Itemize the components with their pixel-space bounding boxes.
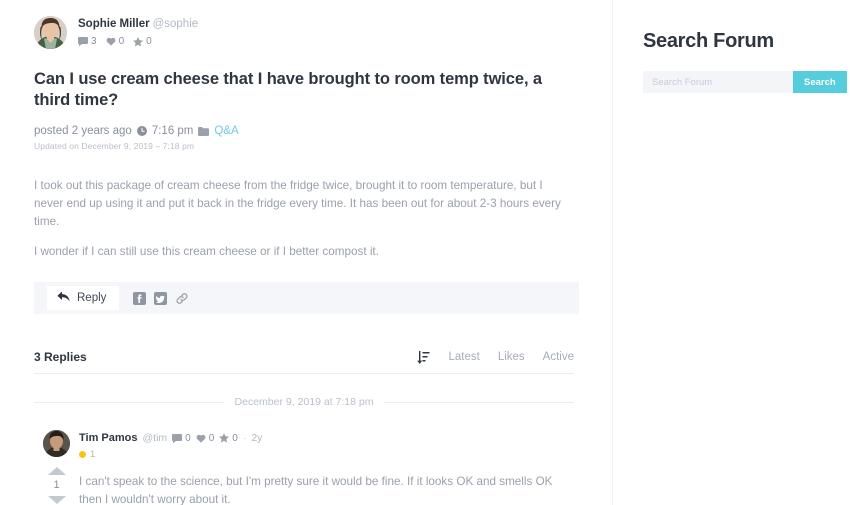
post-comment-count: 3 bbox=[91, 36, 97, 47]
link-icon[interactable] bbox=[175, 292, 189, 305]
reply-like-count: 0 bbox=[208, 432, 215, 444]
replies-sort-tabs: Latest Likes Active bbox=[416, 350, 574, 364]
avatar[interactable] bbox=[34, 16, 67, 49]
post-author-meta: Sophie Miller @sophie 3 0 0 bbox=[78, 16, 198, 47]
heart-icon bbox=[196, 434, 206, 443]
post-author: Sophie Miller @sophie 3 0 0 bbox=[34, 16, 580, 49]
page-title: Can I use cream cheese that I have broug… bbox=[34, 70, 542, 109]
star-icon bbox=[219, 433, 230, 443]
badge-dot-icon bbox=[79, 451, 86, 458]
reply-text: I can't speak to the science, but I'm pr… bbox=[79, 475, 553, 505]
reply-comment-stat: 0 bbox=[172, 433, 191, 444]
reply-author-handle[interactable]: @tim bbox=[143, 432, 168, 444]
reply-age: 2y bbox=[251, 432, 263, 444]
badge-count: 1 bbox=[90, 449, 96, 460]
reply-content: Tim Pamos @tim 0 0 0 · 2y 1 I can't spea… bbox=[79, 430, 580, 505]
avatar[interactable] bbox=[43, 430, 70, 457]
post-comment-stat: 3 bbox=[78, 36, 97, 47]
tab-likes[interactable]: Likes bbox=[498, 351, 525, 363]
reply-badge: 1 bbox=[79, 449, 580, 460]
reply-author-name[interactable]: Tim Pamos bbox=[79, 432, 138, 444]
comment-icon bbox=[78, 37, 88, 46]
post-author-line: Sophie Miller @sophie bbox=[78, 17, 198, 31]
sort-descending-icon[interactable] bbox=[416, 350, 430, 364]
post-like-count: 0 bbox=[118, 36, 125, 47]
post-stats: 3 0 0 bbox=[78, 36, 198, 47]
facebook-icon[interactable] bbox=[133, 291, 147, 305]
reply-left-column: 1 bbox=[34, 430, 79, 505]
reply-arrow-icon bbox=[57, 291, 70, 305]
forum-page: Sophie Miller @sophie 3 0 0 Can I use cr… bbox=[0, 0, 850, 505]
folder-icon bbox=[198, 126, 210, 136]
downvote-icon[interactable] bbox=[47, 495, 67, 505]
reply-like-stat: 0 bbox=[196, 432, 215, 444]
star-icon bbox=[133, 36, 144, 47]
post-paragraph: I wonder if I can still use this cream c… bbox=[34, 245, 379, 258]
post-star-stat: 0 bbox=[133, 36, 152, 47]
search-form: Search bbox=[643, 71, 847, 93]
list-item: 1 Tim Pamos @tim 0 0 0 · 2y 1 I can't sp… bbox=[34, 430, 580, 505]
main-content: Sophie Miller @sophie 3 0 0 Can I use cr… bbox=[0, 0, 612, 505]
post-paragraph: I took out this package of cream cheese … bbox=[34, 179, 561, 228]
reply-button-label: Reply bbox=[77, 292, 107, 304]
tab-latest[interactable]: Latest bbox=[448, 351, 479, 363]
vote-count: 1 bbox=[53, 479, 60, 491]
post-share-icons bbox=[133, 291, 189, 305]
date-separator-label: December 9, 2019 at 7:18 pm bbox=[234, 396, 374, 408]
reply-button[interactable]: Reply bbox=[47, 286, 120, 310]
post-star-count: 0 bbox=[146, 36, 152, 47]
post-author-handle[interactable]: @sophie bbox=[153, 18, 199, 30]
reply-star-count: 0 bbox=[232, 432, 238, 444]
replies-count: 3 Replies bbox=[34, 350, 87, 364]
post-body: I took out this package of cream cheese … bbox=[34, 177, 580, 261]
upvote-icon[interactable] bbox=[47, 466, 67, 476]
post-like-stat: 0 bbox=[106, 36, 125, 47]
post-meta: posted 2 years ago 7:16 pm Q&A bbox=[34, 125, 580, 137]
search-button[interactable]: Search bbox=[793, 71, 847, 93]
clock-icon bbox=[136, 126, 147, 136]
comment-icon bbox=[172, 433, 183, 443]
search-input[interactable] bbox=[643, 71, 793, 93]
heart-icon bbox=[106, 37, 116, 46]
reply-star-stat: 0 bbox=[219, 433, 238, 444]
post-action-bar: Reply bbox=[34, 282, 579, 314]
sidebar: Search Forum Search bbox=[612, 0, 850, 505]
date-separator: December 9, 2019 at 7:18 pm bbox=[34, 396, 575, 408]
vote-widget: 1 bbox=[47, 466, 67, 505]
sidebar-title: Search Forum bbox=[643, 30, 774, 52]
post-updated: Updated on December 9, 2019 – 7:18 pm bbox=[34, 141, 195, 151]
post-author-name[interactable]: Sophie Miller bbox=[78, 18, 150, 30]
post-category-link[interactable]: Q&A bbox=[214, 125, 238, 137]
twitter-icon[interactable] bbox=[154, 291, 168, 305]
reply-comment-count: 0 bbox=[185, 432, 191, 444]
tab-active[interactable]: Active bbox=[543, 351, 574, 363]
separator-line-left bbox=[34, 401, 224, 403]
post-posted-time: posted 2 years ago bbox=[34, 125, 132, 137]
post-time: 7:16 pm bbox=[151, 125, 194, 137]
replies-header: 3 Replies Latest Likes Active bbox=[34, 350, 574, 374]
reply-author-line: Tim Pamos @tim 0 0 0 · 2y bbox=[79, 432, 580, 444]
reply-meta-separator: · bbox=[242, 432, 247, 444]
separator-line-right bbox=[384, 401, 575, 403]
